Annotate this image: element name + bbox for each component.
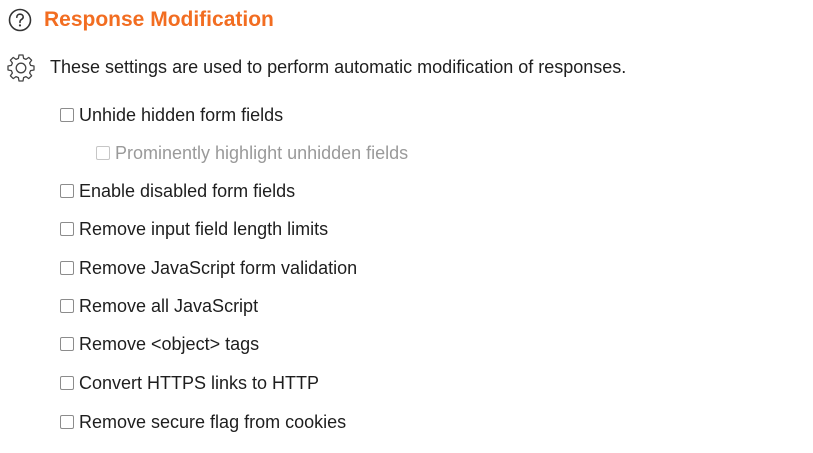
checkbox-label: Remove all JavaScript [79,295,259,316]
checkbox-remove-input-field-length-limits[interactable]: Remove input field length limits [60,217,328,241]
checkbox-box[interactable] [60,108,74,122]
checkbox-label: Prominently highlight unhidden fields [115,142,409,163]
section-title: Response Modification [44,8,274,31]
checkbox-label: Enable disabled form fields [79,180,296,201]
checkbox-unhide-hidden-form-fields[interactable]: Unhide hidden form fields [60,103,283,127]
checkbox-remove-all-javascript[interactable]: Remove all JavaScript [60,294,258,318]
checkbox-label: Convert HTTPS links to HTTP [79,372,320,393]
checkbox-box[interactable] [60,376,74,390]
checkbox-box[interactable] [60,337,74,351]
checkbox-label: Remove secure flag from cookies [79,411,347,432]
checkbox-remove-javascript-form-validation[interactable]: Remove JavaScript form validation [60,256,357,280]
section-description-row: These settings are used to perform autom… [6,52,626,82]
checkbox-box[interactable] [60,299,74,313]
section-header: Response Modification [8,6,274,34]
checkbox-box[interactable] [60,415,74,429]
gear-icon[interactable] [6,52,36,82]
checkbox-label: Remove <object> tags [79,333,260,354]
checkbox-label: Remove input field length limits [79,218,329,239]
checkbox-label: Remove JavaScript form validation [79,257,358,278]
section-description: These settings are used to perform autom… [50,56,627,77]
checkbox-prominently-highlight-unhidden-fields[interactable]: Prominently highlight unhidden fields [96,141,408,165]
checkbox-enable-disabled-form-fields[interactable]: Enable disabled form fields [60,179,295,203]
checkbox-box[interactable] [60,261,74,275]
checkbox-box[interactable] [60,184,74,198]
checkbox-convert-https-links-to-http[interactable]: Convert HTTPS links to HTTP [60,371,319,395]
checkbox-remove-object-tags[interactable]: Remove <object> tags [60,332,259,356]
checkbox-remove-secure-flag-from-cookies[interactable]: Remove secure flag from cookies [60,410,346,434]
response-modification-panel: Response Modification These settings are… [0,0,813,453]
checkbox-box[interactable] [60,222,74,236]
help-circle-icon[interactable] [8,8,32,32]
checkbox-label: Unhide hidden form fields [79,104,284,125]
checkbox-box[interactable] [96,146,110,160]
